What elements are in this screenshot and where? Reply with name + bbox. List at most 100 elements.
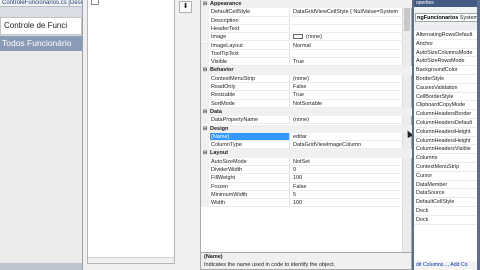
property-value[interactable]: True [291,91,403,100]
property-item[interactable]: CellBorderStyle [414,93,480,102]
property-value[interactable]: Normal [291,42,403,50]
property-value[interactable] [291,50,403,59]
property-row[interactable]: FillWeight 100 [201,174,413,183]
property-value-text: 100 [293,175,303,182]
property-row[interactable]: MinimumWidth 5 [201,190,413,200]
property-row[interactable]: ColumnType DataGridViewImageColumn [201,141,413,150]
image-preview-icon [293,34,303,40]
property-item[interactable]: ColumnHeadersVisible [414,145,480,155]
property-row[interactable]: Frozen False [201,182,413,191]
property-name: HeaderText [210,24,290,34]
category-appearance[interactable]: ⊟ Appearance [201,0,413,9]
collapse-icon[interactable]: ⊟ [203,0,207,8]
property-item[interactable]: DataMember [414,181,480,190]
document-tab[interactable]: ControleFuncionarios.cs [Desi [0,0,82,7]
property-name: Frozen [210,182,290,191]
row-gutter [201,41,209,50]
property-item[interactable]: ColumnHeadersDefault [414,119,480,128]
property-item[interactable]: AutoSizeColumnsMode [414,49,480,58]
property-row[interactable]: ToolTipText [201,49,413,59]
property-item[interactable]: Dock [414,207,480,216]
property-value-text: (none) [293,117,309,124]
grid-client-area [0,51,82,263]
property-row[interactable]: ContextMenuStrip (none) [201,74,413,83]
list-horizontal-scrollbar[interactable] [88,257,174,263]
property-item[interactable]: ContextMenuStrip [414,163,480,172]
property-value[interactable]: DataGridViewCellStyle { NullValue=System [291,8,403,17]
category-design[interactable]: ⊟ Design [201,124,413,133]
category-behavior[interactable]: ⊟ Behavior [201,66,413,75]
property-row[interactable]: HeaderText [201,24,413,34]
bound-column-properties-grid[interactable]: ⊟ Appearance DefaultCellStyle DataGridViewC… [200,0,413,253]
property-value-text: editar [293,133,307,140]
property-row[interactable]: DefaultCellStyle DataGridViewCellStyle { … [201,8,413,17]
collapse-icon[interactable]: ⊟ [203,66,207,74]
property-value[interactable]: False [291,83,403,92]
property-item[interactable]: DataSource [414,189,480,199]
property-value[interactable]: (none) [291,116,403,125]
property-value-text: False [293,84,307,90]
row-gutter [201,24,209,34]
property-value[interactable]: NotSet [291,158,403,166]
row-gutter [201,182,209,191]
property-item[interactable]: ColumnHeadersBorder [414,110,480,119]
property-value-text: (none) [293,75,309,82]
property-value[interactable]: editar [291,133,403,142]
property-value[interactable]: NotSortable [291,100,403,108]
property-list[interactable]: AlternatingRowsDefault Anchor AutoSizeColu… [414,31,480,261]
edit-columns-link[interactable]: dit Columns..., Add Co [414,261,480,270]
property-name: SortMode [210,99,290,108]
property-value[interactable]: 100 [291,199,403,208]
property-row[interactable]: Visible True [201,58,413,67]
property-value[interactable] [291,25,403,34]
collapse-icon[interactable]: ⊟ [203,108,207,116]
property-row[interactable]: DataPropertyName (none) [201,116,413,125]
property-item[interactable]: Columns [414,154,480,163]
category-layout[interactable]: ⊟ Layout [201,149,413,158]
property-item[interactable]: AutoSizeRowsMode [414,57,480,67]
category-data[interactable]: ⊟ Data [201,107,413,117]
property-value-text: 0 [293,167,297,173]
object-selector[interactable]: ngFuncionarios System [415,13,480,22]
property-item[interactable]: ClipboardCopyMode [414,101,480,111]
collapse-icon[interactable]: ⊟ [203,149,207,157]
property-row[interactable]: (Name) editar [201,132,413,142]
property-item[interactable]: ColumnHeadersHeight [414,128,480,137]
property-row[interactable]: Description [201,16,413,25]
property-row[interactable]: DividerWidth 0 [201,166,413,175]
property-item[interactable]: BackgroundColor [414,66,480,75]
properties-toolbar[interactable] [415,23,480,30]
property-item[interactable]: BorderStyle [414,75,480,84]
property-row[interactable]: Image (none) [201,33,413,42]
property-value-text: 100 [293,200,303,207]
property-item[interactable]: Dock [414,216,480,225]
property-item[interactable]: Cursor [414,172,480,181]
property-row[interactable]: SortMode NotSortable [201,99,413,108]
object-type: System [459,15,479,21]
property-item[interactable]: Anchor [414,40,480,49]
property-value[interactable]: 5 [291,191,403,200]
property-item[interactable]: AlternatingRowsDefault [414,31,480,40]
property-value[interactable]: DataGridViewImageColumn [291,141,403,150]
property-value[interactable]: 100 [291,174,403,183]
move-down-button[interactable]: ⬇ [179,1,192,13]
row-gutter [201,58,209,67]
property-name: ReadOnly [210,83,290,92]
property-item[interactable]: DefaultCellStyle [414,198,480,207]
property-item[interactable]: CausesValidation [414,84,480,93]
property-value[interactable]: True [291,58,403,67]
property-row[interactable]: ImageLayout Normal [201,41,413,50]
property-value[interactable]: False [291,183,403,191]
property-value[interactable]: (none) [291,33,403,42]
property-value[interactable]: 0 [291,166,403,175]
property-value[interactable] [291,17,403,25]
property-item[interactable]: ColumnHeadersHeight [414,137,480,146]
property-row[interactable]: ReadOnly False [201,83,413,92]
collapse-icon[interactable]: ⊟ [203,125,207,133]
property-row[interactable]: Resizable True [201,91,413,100]
property-value[interactable]: (none) [291,75,403,83]
selected-columns-list[interactable] [87,0,175,264]
row-gutter [201,49,209,59]
property-row[interactable]: AutoSizeMode NotSet [201,157,413,166]
property-row[interactable]: Width 100 [201,199,413,208]
